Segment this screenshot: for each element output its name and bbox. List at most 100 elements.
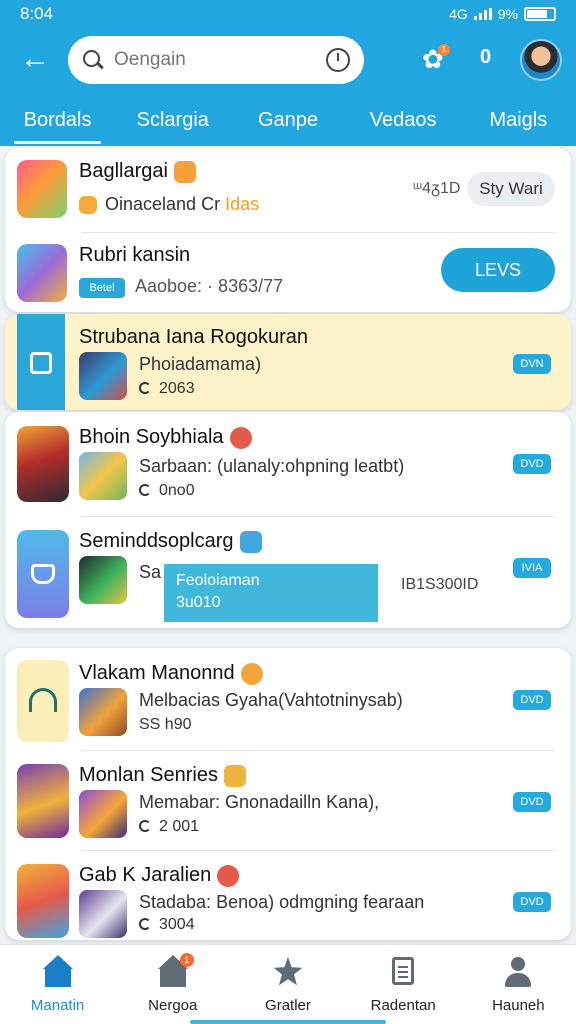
item-title: Bagllargai	[79, 160, 196, 183]
headset-icon	[29, 688, 57, 712]
item-subtitle: Stadaba: Benoa) odmgning fearaan	[139, 892, 425, 912]
app-icon	[17, 426, 69, 502]
nav-label: Manatin	[30, 997, 85, 1014]
coin-count: 0	[480, 46, 492, 68]
list-item[interactable]: Bhoin Soybhiala Sarbaan: (ulanaly:ohpnin…	[5, 412, 571, 516]
featured-accent	[17, 314, 65, 410]
top-apps-card: Bagllargai Oinaceland Cr Idas ᵚ4ᵹ1D Sty …	[5, 148, 571, 312]
refresh-icon	[139, 820, 151, 832]
tab-vedaos[interactable]: Vedaos	[346, 94, 461, 146]
game-thumbnail	[79, 452, 127, 500]
app-icon	[17, 530, 69, 618]
status-icons: 4G 9%	[449, 6, 556, 22]
app-icon	[17, 660, 69, 742]
document-icon	[386, 955, 420, 989]
secondary-button[interactable]: Sty Wari	[467, 172, 555, 206]
version-badge: DVD	[513, 892, 551, 912]
home-indicator	[190, 1020, 386, 1024]
item-subtitle: Sa	[139, 562, 162, 582]
item-meta: SS h90	[139, 716, 192, 733]
primary-button[interactable]: LEVS	[441, 248, 555, 292]
app-icon	[17, 764, 69, 838]
emoji-icon	[240, 662, 263, 685]
nav-badge: 1	[179, 953, 194, 967]
bottom-navigation: Manatin 1 Nergoa Gratler Radentan Hauneh	[0, 944, 576, 1024]
game-thumbnail	[79, 688, 127, 736]
featured-card[interactable]: Strubana Iana Rogokuran Phoiadamama) 206…	[5, 314, 571, 410]
item-subtitle: Memabar: Gnonadailln Kana),	[139, 792, 380, 812]
coin-icon	[79, 196, 97, 215]
tooltip-value: 3u010	[176, 594, 221, 611]
back-arrow-icon[interactable]: ←	[20, 44, 50, 74]
featured-subtitle: Phoiadamama)	[139, 354, 262, 374]
game-thumbnail	[79, 352, 127, 400]
star-icon	[271, 955, 305, 989]
item-title: Monlan Senries	[79, 764, 246, 787]
emoji-icon	[173, 160, 196, 183]
item-title: Gab K Jaralien	[79, 864, 240, 887]
nav-favorites[interactable]: Gratler	[230, 945, 345, 1024]
nav-documents[interactable]: Radentan	[346, 945, 461, 1024]
app-icon	[17, 160, 67, 218]
tooltip-title: Feoloiaman	[176, 572, 260, 589]
version-badge: IVIA	[513, 558, 551, 578]
emoji-icon	[223, 764, 246, 787]
list-item[interactable]: Gab K Jaralien Stadaba: Benoa) odmgning …	[5, 850, 571, 940]
nav-label: Nergoa	[148, 997, 198, 1014]
nav-label: Gratler	[265, 997, 311, 1014]
tab-ganpe[interactable]: Ganpe	[230, 94, 345, 146]
item-title: Rubri kansin	[79, 244, 191, 266]
item-meta: ᵚ4ᵹ1D	[413, 180, 461, 197]
app-bar: ← ✿ 1 0	[0, 28, 576, 94]
featured-meta: 2063	[139, 380, 195, 398]
item-meta: 3004	[139, 916, 195, 934]
version-badge: DVN	[513, 354, 551, 374]
person-icon	[501, 955, 535, 989]
item-title: Bhoin Soybhiala	[79, 426, 252, 449]
refresh-icon	[139, 484, 151, 496]
item-subtitle: Sarbaan: (ulanaly:ohpning leatbt)	[139, 456, 405, 476]
progress-tooltip: Feoloiaman 3u010	[164, 564, 378, 622]
nav-profile[interactable]: Hauneh	[461, 945, 576, 1024]
item-meta: 2 001	[139, 818, 199, 836]
refresh-icon	[139, 382, 151, 394]
item-side-meta: IB1S300ID	[401, 576, 479, 593]
item-subtitle: Oinaceland Cr Idas	[79, 194, 259, 215]
list-item[interactable]: Vlakam Manonnd Melbacias Gyaha(Vahtotnin…	[5, 648, 571, 750]
status-time: 8:04	[20, 4, 54, 23]
clock-icon[interactable]	[326, 48, 350, 72]
tab-bordals[interactable]: Bordals	[0, 94, 115, 146]
emoji-icon	[217, 864, 240, 887]
bag-icon	[31, 564, 55, 584]
search-input[interactable]	[114, 49, 314, 71]
search-bar[interactable]	[68, 36, 364, 84]
item-meta: 0no0	[139, 482, 195, 500]
avatar[interactable]	[520, 39, 562, 81]
refresh-icon	[139, 918, 151, 930]
version-badge: DVD	[513, 454, 551, 474]
item-title: Seminddsoplcarg	[79, 530, 262, 553]
notification-badge: 1	[438, 44, 450, 56]
list-item[interactable]: Rubri kansin Betel Aaoboe: · 8363/77 LEV…	[5, 232, 571, 312]
tab-sclargia[interactable]: Sclargia	[115, 94, 230, 146]
app-icon	[17, 864, 69, 938]
battery-label: 9%	[497, 6, 518, 22]
store-icon: 1	[156, 953, 194, 989]
emoji-icon	[229, 426, 252, 449]
list-item[interactable]: Monlan Senries Memabar: Gnonadailln Kana…	[5, 750, 571, 850]
status-bar: 8:04 4G 9%	[0, 0, 576, 28]
app-icon	[17, 244, 67, 302]
network-label: 4G	[449, 6, 468, 22]
item-subtitle: Melbacias Gyaha(Vahtotninysab)	[139, 690, 403, 710]
tab-maigls[interactable]: Maigls	[461, 94, 576, 146]
item-title: Vlakam Manonnd	[79, 662, 263, 685]
nav-store[interactable]: 1 Nergoa	[115, 945, 230, 1024]
version-badge: DVD	[513, 792, 551, 812]
home-icon	[41, 955, 75, 989]
list-item[interactable]: Bagllargai Oinaceland Cr Idas ᵚ4ᵹ1D Sty …	[5, 148, 571, 232]
nav-home[interactable]: Manatin	[0, 945, 115, 1024]
list-icon	[30, 352, 52, 374]
item-subtitle: Aaoboe: · 8363/77	[135, 276, 284, 296]
battery-icon	[524, 7, 556, 21]
nav-label: Radentan	[370, 997, 436, 1014]
